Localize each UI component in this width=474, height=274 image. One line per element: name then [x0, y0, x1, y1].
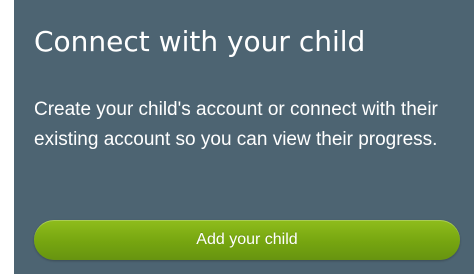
add-child-button[interactable]: Add your child	[34, 220, 460, 260]
card-description: Create your child's account or connect w…	[34, 99, 438, 150]
card-title: Connect with your child	[34, 25, 366, 58]
connect-child-card: Connect with your child Create your chil…	[14, 0, 474, 274]
